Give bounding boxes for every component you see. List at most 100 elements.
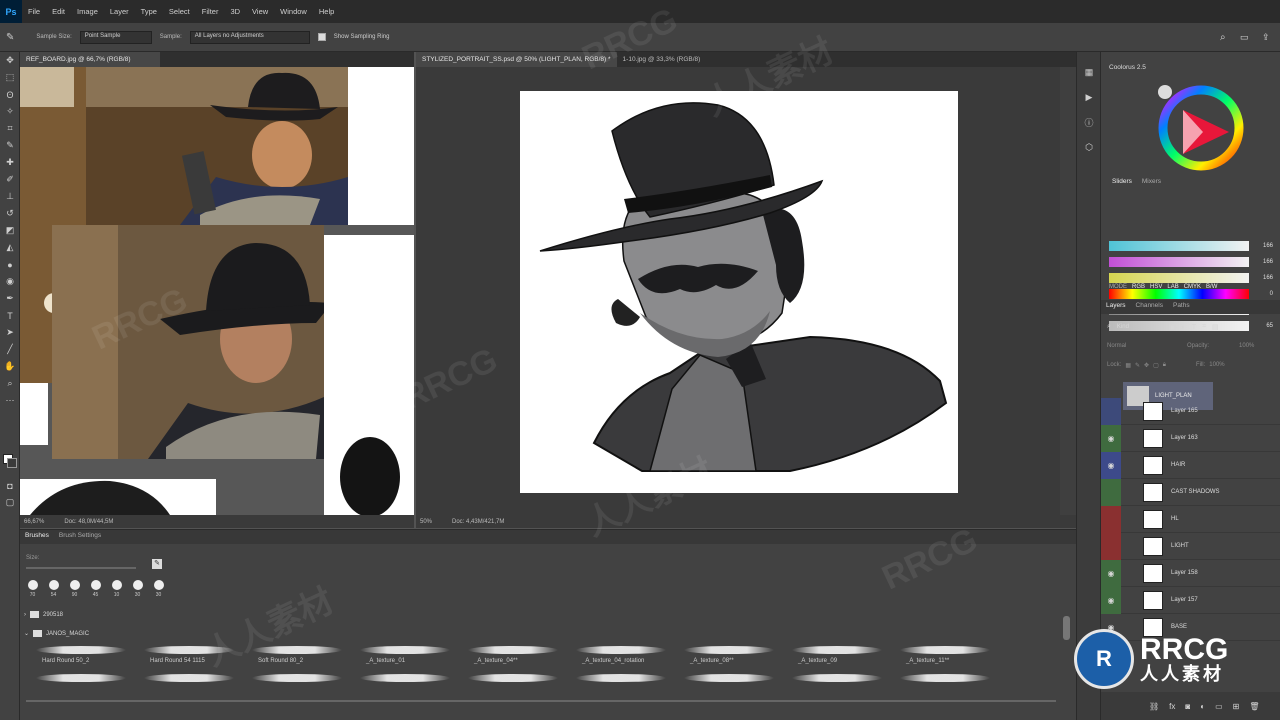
info-icon[interactable]: ⓘ bbox=[1079, 114, 1099, 131]
menu-type[interactable]: Type bbox=[141, 7, 157, 16]
layer-kind-select[interactable]: Kind bbox=[1117, 324, 1163, 330]
mode-hsv[interactable]: HSV bbox=[1150, 284, 1162, 290]
color-slider[interactable]: 166 bbox=[1109, 240, 1279, 251]
gradient-tool-icon[interactable]: ◭ bbox=[0, 239, 20, 256]
background-color-swatch[interactable] bbox=[7, 458, 17, 468]
layer-row[interactable]: HL bbox=[1101, 505, 1280, 533]
history-brush-icon[interactable]: ↺ bbox=[0, 205, 20, 222]
fill-value[interactable]: 100% bbox=[1209, 362, 1224, 369]
brush-stroke-preset[interactable] bbox=[674, 672, 782, 694]
hand-tool-icon[interactable]: ✋ bbox=[0, 358, 20, 375]
menu-3d[interactable]: 3D bbox=[230, 7, 240, 16]
brush-preset[interactable]: 10 bbox=[106, 580, 127, 598]
brush-preset[interactable]: 45 bbox=[85, 580, 106, 598]
tab-channels[interactable]: Channels bbox=[1131, 300, 1168, 314]
dodge-tool-icon[interactable]: ◉ bbox=[0, 273, 20, 290]
show-sampling-ring-checkbox[interactable] bbox=[317, 33, 326, 41]
lock-all-icon[interactable]: 🔒︎ bbox=[1163, 362, 1166, 369]
new-layer-icon[interactable]: ⊞ bbox=[1233, 702, 1240, 711]
slider-track[interactable] bbox=[1109, 240, 1249, 251]
tab-stylized-portrait[interactable]: STYLIZED_PORTRAIT_SS.psd @ 50% (LIGHT_PL… bbox=[416, 52, 617, 67]
tab-paths[interactable]: Paths bbox=[1168, 300, 1195, 314]
brush-stroke-preset[interactable]: Hard Round 50_2 bbox=[26, 644, 134, 666]
quick-mask-icon[interactable]: ◘ bbox=[0, 477, 20, 494]
eye-icon[interactable]: ◉ bbox=[1101, 424, 1121, 452]
link-icon[interactable]: ⛓ bbox=[1149, 702, 1159, 711]
slider-value[interactable]: 65 bbox=[1253, 323, 1273, 329]
mode-lab[interactable]: LAB bbox=[1167, 284, 1178, 290]
eye-icon[interactable]: ◉ bbox=[1101, 559, 1121, 587]
visibility-toggle[interactable] bbox=[1101, 478, 1121, 506]
brush-preset[interactable]: 70 bbox=[22, 580, 43, 598]
eye-icon[interactable]: ◉ bbox=[1101, 586, 1121, 614]
layer-row[interactable]: CAST SHADOWS bbox=[1101, 478, 1280, 506]
lasso-tool-icon[interactable]: ʘ bbox=[0, 86, 20, 103]
filter-image-icon[interactable]: ▣ bbox=[1169, 323, 1176, 331]
layer-row[interactable]: ◉ Layer 157 bbox=[1101, 586, 1280, 614]
more-tools-icon[interactable]: ⋯ bbox=[0, 392, 20, 409]
menu-window[interactable]: Window bbox=[280, 7, 307, 16]
menu-layer[interactable]: Layer bbox=[110, 7, 129, 16]
menu-file[interactable]: File bbox=[28, 7, 40, 16]
visibility-toggle[interactable] bbox=[1101, 532, 1121, 560]
shape-tool-icon[interactable]: ╱ bbox=[0, 341, 20, 358]
tab-1-10[interactable]: 1-10.jpg @ 33,3% (RGB/8) bbox=[616, 52, 707, 67]
brush-stroke-preset[interactable]: Hard Round 54 1115 bbox=[134, 644, 242, 666]
brush-preset[interactable]: 30 bbox=[127, 580, 148, 598]
brush-stroke-preset[interactable] bbox=[566, 672, 674, 694]
slider-value[interactable]: 166 bbox=[1253, 259, 1273, 265]
brush-stroke-preset[interactable] bbox=[458, 672, 566, 694]
crop-tool-icon[interactable]: ⌗ bbox=[0, 120, 20, 137]
brush-preset[interactable]: 90 bbox=[64, 580, 85, 598]
lock-paint-icon[interactable]: ✎ bbox=[1135, 362, 1140, 369]
layer-row[interactable]: ◉ HAIR bbox=[1101, 451, 1280, 479]
opacity-value[interactable]: 100% bbox=[1239, 343, 1254, 349]
trash-icon[interactable]: 🗑︎ bbox=[1249, 702, 1259, 711]
pen-tool-icon[interactable]: ✒ bbox=[0, 290, 20, 307]
brushes-scrollbar[interactable] bbox=[1063, 616, 1070, 640]
stamp-tool-icon[interactable]: ⊥ bbox=[0, 188, 20, 205]
tab-mixers[interactable]: Mixers bbox=[1137, 176, 1166, 187]
brush-stroke-preset[interactable]: _A_texture_01 bbox=[350, 644, 458, 666]
slider-value[interactable]: 166 bbox=[1253, 243, 1273, 249]
workspace-icon[interactable]: ▭ bbox=[1240, 32, 1249, 43]
layer-row[interactable]: Layer 165 bbox=[1101, 397, 1280, 425]
brush-tool-icon[interactable]: ✐ bbox=[0, 171, 20, 188]
mask-icon[interactable]: ◙ bbox=[1185, 702, 1190, 711]
brush-stroke-preset[interactable] bbox=[890, 672, 998, 694]
new-brush-icon[interactable]: ✎ bbox=[152, 559, 162, 569]
menu-help[interactable]: Help bbox=[319, 7, 334, 16]
sample-size-select[interactable]: Point Sample bbox=[79, 30, 152, 44]
slider-track[interactable] bbox=[1109, 288, 1249, 299]
main-zoom-level[interactable]: 50% bbox=[420, 519, 432, 525]
zoom-tool-icon[interactable]: ⌕ bbox=[0, 375, 20, 392]
lock-pixels-icon[interactable]: ▦ bbox=[1125, 362, 1131, 369]
menu-image[interactable]: Image bbox=[77, 7, 98, 16]
tab-sliders[interactable]: Sliders bbox=[1107, 176, 1137, 187]
brush-group-290518[interactable]: › 290518 bbox=[24, 611, 63, 618]
lock-move-icon[interactable]: ✥ bbox=[1144, 362, 1149, 369]
visibility-toggle[interactable] bbox=[1101, 505, 1121, 533]
3d-cube-icon[interactable]: ⬡ bbox=[1079, 139, 1099, 156]
menu-view[interactable]: View bbox=[252, 7, 268, 16]
brush-stroke-preset[interactable]: _A_texture_04_rotation bbox=[566, 644, 674, 666]
path-select-tool-icon[interactable]: ➤ bbox=[0, 324, 20, 341]
brush-stroke-preset[interactable]: _A_texture_08** bbox=[674, 644, 782, 666]
menu-edit[interactable]: Edit bbox=[52, 7, 65, 16]
layer-row[interactable]: ◉ Layer 158 bbox=[1101, 559, 1280, 587]
brush-preset[interactable]: 30 bbox=[148, 580, 169, 598]
coolorus-icon[interactable]: ▦ bbox=[1079, 64, 1099, 81]
eyedropper-tool-icon[interactable]: ✎ bbox=[0, 137, 20, 154]
mode-bw[interactable]: B/W bbox=[1206, 284, 1217, 290]
layer-row[interactable]: ◉ Layer 163 bbox=[1101, 424, 1280, 452]
brush-preset[interactable]: 54 bbox=[43, 580, 64, 598]
mode-cmyk[interactable]: CMYK bbox=[1184, 284, 1201, 290]
filter-type-icon[interactable]: T bbox=[1192, 324, 1196, 331]
screen-mode-icon[interactable]: ▢ bbox=[0, 494, 20, 511]
color-slider[interactable]: 166 bbox=[1109, 272, 1279, 283]
color-wheel[interactable] bbox=[1151, 78, 1251, 178]
color-slider[interactable]: 166 bbox=[1109, 256, 1279, 267]
layer-row[interactable]: LIGHT bbox=[1101, 532, 1280, 560]
brush-size-slider[interactable] bbox=[26, 567, 136, 569]
fx-icon[interactable]: fx bbox=[1169, 702, 1175, 711]
